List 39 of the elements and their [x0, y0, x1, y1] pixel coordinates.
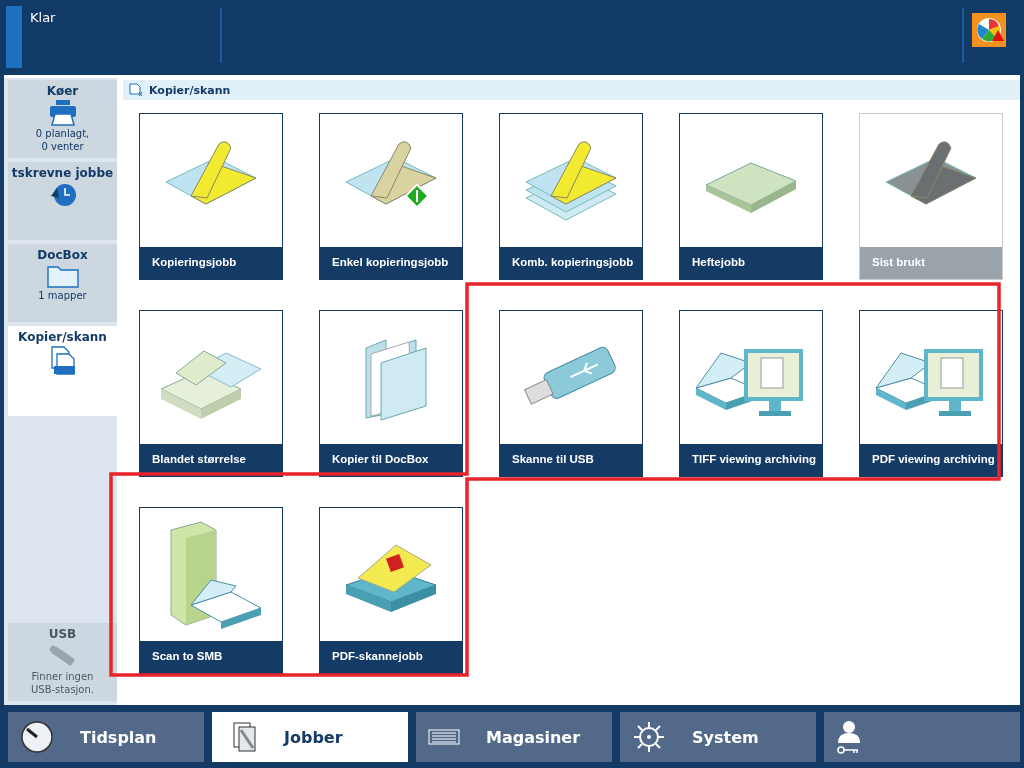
breadcrumb-text: Kopier/skann: [149, 83, 231, 97]
nav-tab[interactable]: Jobber: [212, 712, 408, 762]
settings-icon: [632, 720, 666, 754]
usb-info: Finner ingen: [31, 671, 94, 682]
nav-tab[interactable]: Tidsplan: [8, 712, 204, 762]
clock-icon: [48, 182, 77, 208]
trays-icon: [428, 729, 460, 745]
clock-icon: [20, 720, 54, 754]
sidebar-item[interactable]: Køer 0 planlagt, 0 venter: [8, 80, 117, 158]
function-tile[interactable]: Enkel kopieringsjobb: [319, 113, 463, 280]
function-tile[interactable]: Kopieringsjobb: [139, 113, 283, 280]
function-tile[interactable]: Kopier til DocBox: [319, 310, 463, 477]
warning-icon[interactable]: [972, 13, 1006, 47]
function-tile[interactable]: Scan to SMB: [139, 507, 283, 674]
user-key-icon: [836, 719, 862, 755]
status-indicator: [6, 6, 22, 68]
nav-tab[interactable]: Magasiner: [416, 712, 612, 762]
function-tile[interactable]: Skanne til USB: [499, 310, 643, 477]
function-tile[interactable]: PDF viewing archiving: [859, 310, 1003, 477]
nav-tab[interactable]: [824, 712, 1020, 762]
sidebar-info: 1 mapper: [38, 290, 87, 301]
usb-info: USB-stasjon.: [31, 684, 94, 695]
usb-stick-icon: [47, 643, 78, 669]
function-tile[interactable]: Blandet størrelse: [139, 310, 283, 477]
usb-status-panel: USB Finner ingen USB-stasjon.: [8, 623, 117, 701]
function-tile[interactable]: Komb. kopieringsjobb: [499, 113, 643, 280]
function-tile[interactable]: PDF-skannejobb: [319, 507, 463, 674]
sidebar-item[interactable]: tskrevne jobbe: [8, 162, 117, 240]
folder-icon: [46, 264, 79, 288]
function-tile[interactable]: Heftejobb: [679, 113, 823, 280]
sidebar-info: 0 planlagt,: [35, 128, 90, 139]
printer-icon: [48, 100, 77, 126]
nav-tab[interactable]: System: [620, 712, 816, 762]
status-text: Klar: [30, 10, 57, 25]
function-tile[interactable]: TIFF viewing archiving: [679, 310, 823, 477]
documents-icon: [232, 721, 258, 753]
sidebar-info: 0 venter: [41, 141, 84, 152]
sidebar-item[interactable]: Kopier/skann: [8, 326, 117, 416]
sidebar-item[interactable]: DocBox 1 mapper: [8, 244, 117, 322]
